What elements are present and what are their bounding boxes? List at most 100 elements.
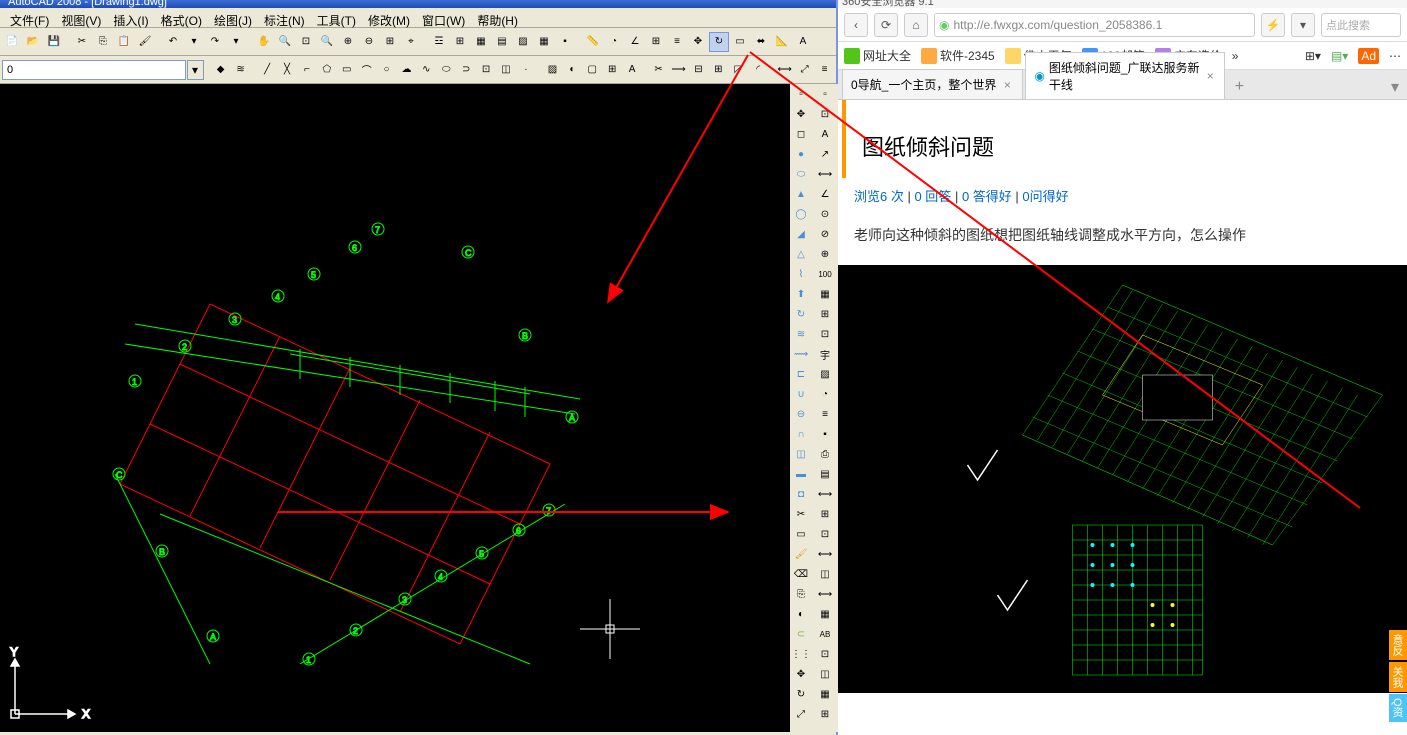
draw-ellipse[interactable]: ⬭ bbox=[437, 60, 456, 80]
tool-move-icon[interactable]: ✥ bbox=[688, 32, 708, 52]
address-bar[interactable]: ◉ http://e.fwxgx.com/question_2058386.1 bbox=[934, 13, 1255, 37]
tool-redo-dd[interactable]: ▾ bbox=[226, 32, 246, 52]
menu-draw[interactable]: 绘图(J) bbox=[208, 10, 258, 25]
tool-props[interactable]: ☲ bbox=[429, 32, 449, 52]
tool-list[interactable]: ≡ bbox=[667, 32, 687, 52]
nav-refresh-icon[interactable]: ⟳ bbox=[874, 13, 898, 37]
tool3d-cone[interactable]: ▲ bbox=[790, 184, 812, 204]
tool-lin[interactable]: ≡ bbox=[814, 404, 836, 424]
tool-v2[interactable]: ⊞ bbox=[814, 504, 836, 524]
tool3d-pyramid[interactable]: △ bbox=[790, 244, 812, 264]
draw-insert[interactable]: ⊡ bbox=[477, 60, 496, 80]
tool-match[interactable]: 🖌 bbox=[135, 32, 155, 52]
tab-1[interactable]: 0导航_一个主页，整个世界 × bbox=[842, 69, 1023, 99]
tool-copy[interactable]: ⎘ bbox=[93, 32, 113, 52]
tool-lay[interactable]: ◔ bbox=[814, 384, 836, 404]
tool3d-wedge[interactable]: ◢ bbox=[790, 224, 812, 244]
nav-flash-icon[interactable]: ⚡ bbox=[1261, 13, 1285, 37]
tool3d-sect[interactable]: ✂ bbox=[790, 504, 812, 524]
tool3d-helix[interactable]: ⌇ bbox=[790, 264, 812, 284]
tool-v5[interactable]: ◫ bbox=[814, 564, 836, 584]
mod-extend[interactable]: ⟶ bbox=[669, 60, 688, 80]
tool-xref[interactable]: ⊡ bbox=[814, 324, 836, 344]
tool-paste[interactable]: 📋 bbox=[114, 32, 134, 52]
tool-palette[interactable]: ▦ bbox=[471, 32, 491, 52]
menu-dimension[interactable]: 标注(N) bbox=[258, 10, 311, 25]
tool-dim-a[interactable]: ∠ bbox=[814, 184, 836, 204]
tool-sheet[interactable]: ▤ bbox=[492, 32, 512, 52]
stat-good-ans[interactable]: 0 答得好 bbox=[962, 189, 1012, 204]
tool3d-cube[interactable]: ◻ bbox=[790, 124, 812, 144]
ext-ad-icon[interactable]: Ad bbox=[1358, 48, 1379, 64]
draw-point[interactable]: · bbox=[516, 60, 535, 80]
tool-design-ctr[interactable]: ⊞ bbox=[450, 32, 470, 52]
tool-new[interactable]: 📄 bbox=[2, 32, 22, 52]
tool-text-a[interactable]: A bbox=[814, 124, 836, 144]
tool-erase[interactable]: ⌫ bbox=[790, 564, 812, 584]
tool-ab[interactable]: AB bbox=[814, 624, 836, 644]
tool-dim-c[interactable]: ⊕ bbox=[814, 244, 836, 264]
tool-rotate-icon[interactable]: ↻ bbox=[709, 32, 729, 52]
draw-hatch[interactable]: ▨ bbox=[543, 60, 562, 80]
side-tab-follow[interactable]: 关我 bbox=[1389, 662, 1407, 692]
tool-stretch-icon[interactable]: ⬌ bbox=[751, 32, 771, 52]
mod-chamfer[interactable]: ◸ bbox=[729, 60, 748, 80]
menu-modify[interactable]: 修改(M) bbox=[362, 10, 416, 25]
tool-undo[interactable]: ↶ bbox=[163, 32, 183, 52]
tool-save[interactable]: 💾 bbox=[44, 32, 64, 52]
stat-browse[interactable]: 浏览6 次 bbox=[854, 189, 904, 204]
menu-window[interactable]: 窗口(W) bbox=[416, 10, 471, 25]
tool-v1[interactable]: ⟷ bbox=[814, 484, 836, 504]
tool3d-move[interactable]: ✥ bbox=[790, 104, 812, 124]
menu-insert[interactable]: 插入(I) bbox=[107, 10, 154, 25]
tool3d-sub[interactable]: ⊖ bbox=[790, 404, 812, 424]
draw-polygon[interactable]: ⬠ bbox=[317, 60, 336, 80]
tool-zoom-win[interactable]: ⊡ bbox=[296, 32, 316, 52]
draw-arc[interactable]: ⌒ bbox=[357, 60, 376, 80]
tool-col[interactable]: ▪ bbox=[814, 424, 836, 444]
draw-xline[interactable]: ╳ bbox=[278, 60, 297, 80]
tool-zoom-prev[interactable]: 🔍 bbox=[317, 32, 337, 52]
tool-v6[interactable]: ⟷ bbox=[814, 584, 836, 604]
tool-dim-l[interactable]: ⟷ bbox=[814, 164, 836, 184]
tool-zoom-all[interactable]: ⌖ bbox=[401, 32, 421, 52]
tool-open[interactable]: 📂 bbox=[23, 32, 43, 52]
tool3d-cyl[interactable]: ⬭ bbox=[790, 164, 812, 184]
tool-brush[interactable]: 🖌 bbox=[790, 544, 812, 564]
tool-markup[interactable]: ▨ bbox=[513, 32, 533, 52]
menu-help[interactable]: 帮助(H) bbox=[471, 10, 524, 25]
dim-style[interactable]: ≡ bbox=[815, 60, 834, 80]
search-input[interactable]: 点此搜索 bbox=[1321, 13, 1401, 37]
menu-tools[interactable]: 工具(T) bbox=[311, 10, 362, 25]
tool3d-inter[interactable]: ∩ bbox=[790, 424, 812, 444]
nav-dropdown-icon[interactable]: ▾ bbox=[1291, 13, 1315, 37]
tool-layer-mgr[interactable]: ≋ bbox=[231, 60, 250, 80]
dim-aligned[interactable]: ⤢ bbox=[795, 60, 814, 80]
tool3d-sphere[interactable]: ● bbox=[790, 144, 812, 164]
tool-pan[interactable]: ✋ bbox=[254, 32, 274, 52]
tab-1-close-icon[interactable]: × bbox=[1000, 78, 1014, 92]
draw-spline[interactable]: ∿ bbox=[417, 60, 436, 80]
draw-ellipse-arc[interactable]: ⊃ bbox=[457, 60, 476, 80]
tool-dim-r[interactable]: ⊙ bbox=[814, 204, 836, 224]
tool-v10[interactable]: ▦ bbox=[814, 684, 836, 704]
tool-leader[interactable]: ↗ bbox=[814, 144, 836, 164]
tool3d-box[interactable]: ▫ bbox=[790, 84, 812, 104]
tool-zoom-out[interactable]: ⊖ bbox=[359, 32, 379, 52]
tool-scale-icon[interactable]: ▭ bbox=[730, 32, 750, 52]
tool-copy3[interactable]: ⎘ bbox=[790, 584, 812, 604]
tool-100[interactable]: 100 bbox=[814, 264, 836, 284]
tool3d-press[interactable]: ⊏ bbox=[790, 364, 812, 384]
draw-line[interactable]: ╱ bbox=[258, 60, 277, 80]
tool3d-flat[interactable]: ▭ bbox=[790, 524, 812, 544]
tool-offset2[interactable]: ⊂ bbox=[790, 624, 812, 644]
cad-drawing-area[interactable]: 1 2 3 4 5 6 7 C B A 7 6 5 4 3 bbox=[0, 84, 790, 732]
draw-pline[interactable]: ⌐ bbox=[297, 60, 316, 80]
tool-v7[interactable]: ▦ bbox=[814, 604, 836, 624]
tool-plot[interactable]: ⎙ bbox=[814, 444, 836, 464]
tool3d-torus[interactable]: ◯ bbox=[790, 204, 812, 224]
tool-v11[interactable]: ⊞ bbox=[814, 704, 836, 724]
ext-more-icon[interactable]: ⋯ bbox=[1389, 49, 1401, 63]
bookmark-wangzhi[interactable]: 网址大全 bbox=[844, 47, 911, 64]
draw-block[interactable]: ◫ bbox=[497, 60, 516, 80]
